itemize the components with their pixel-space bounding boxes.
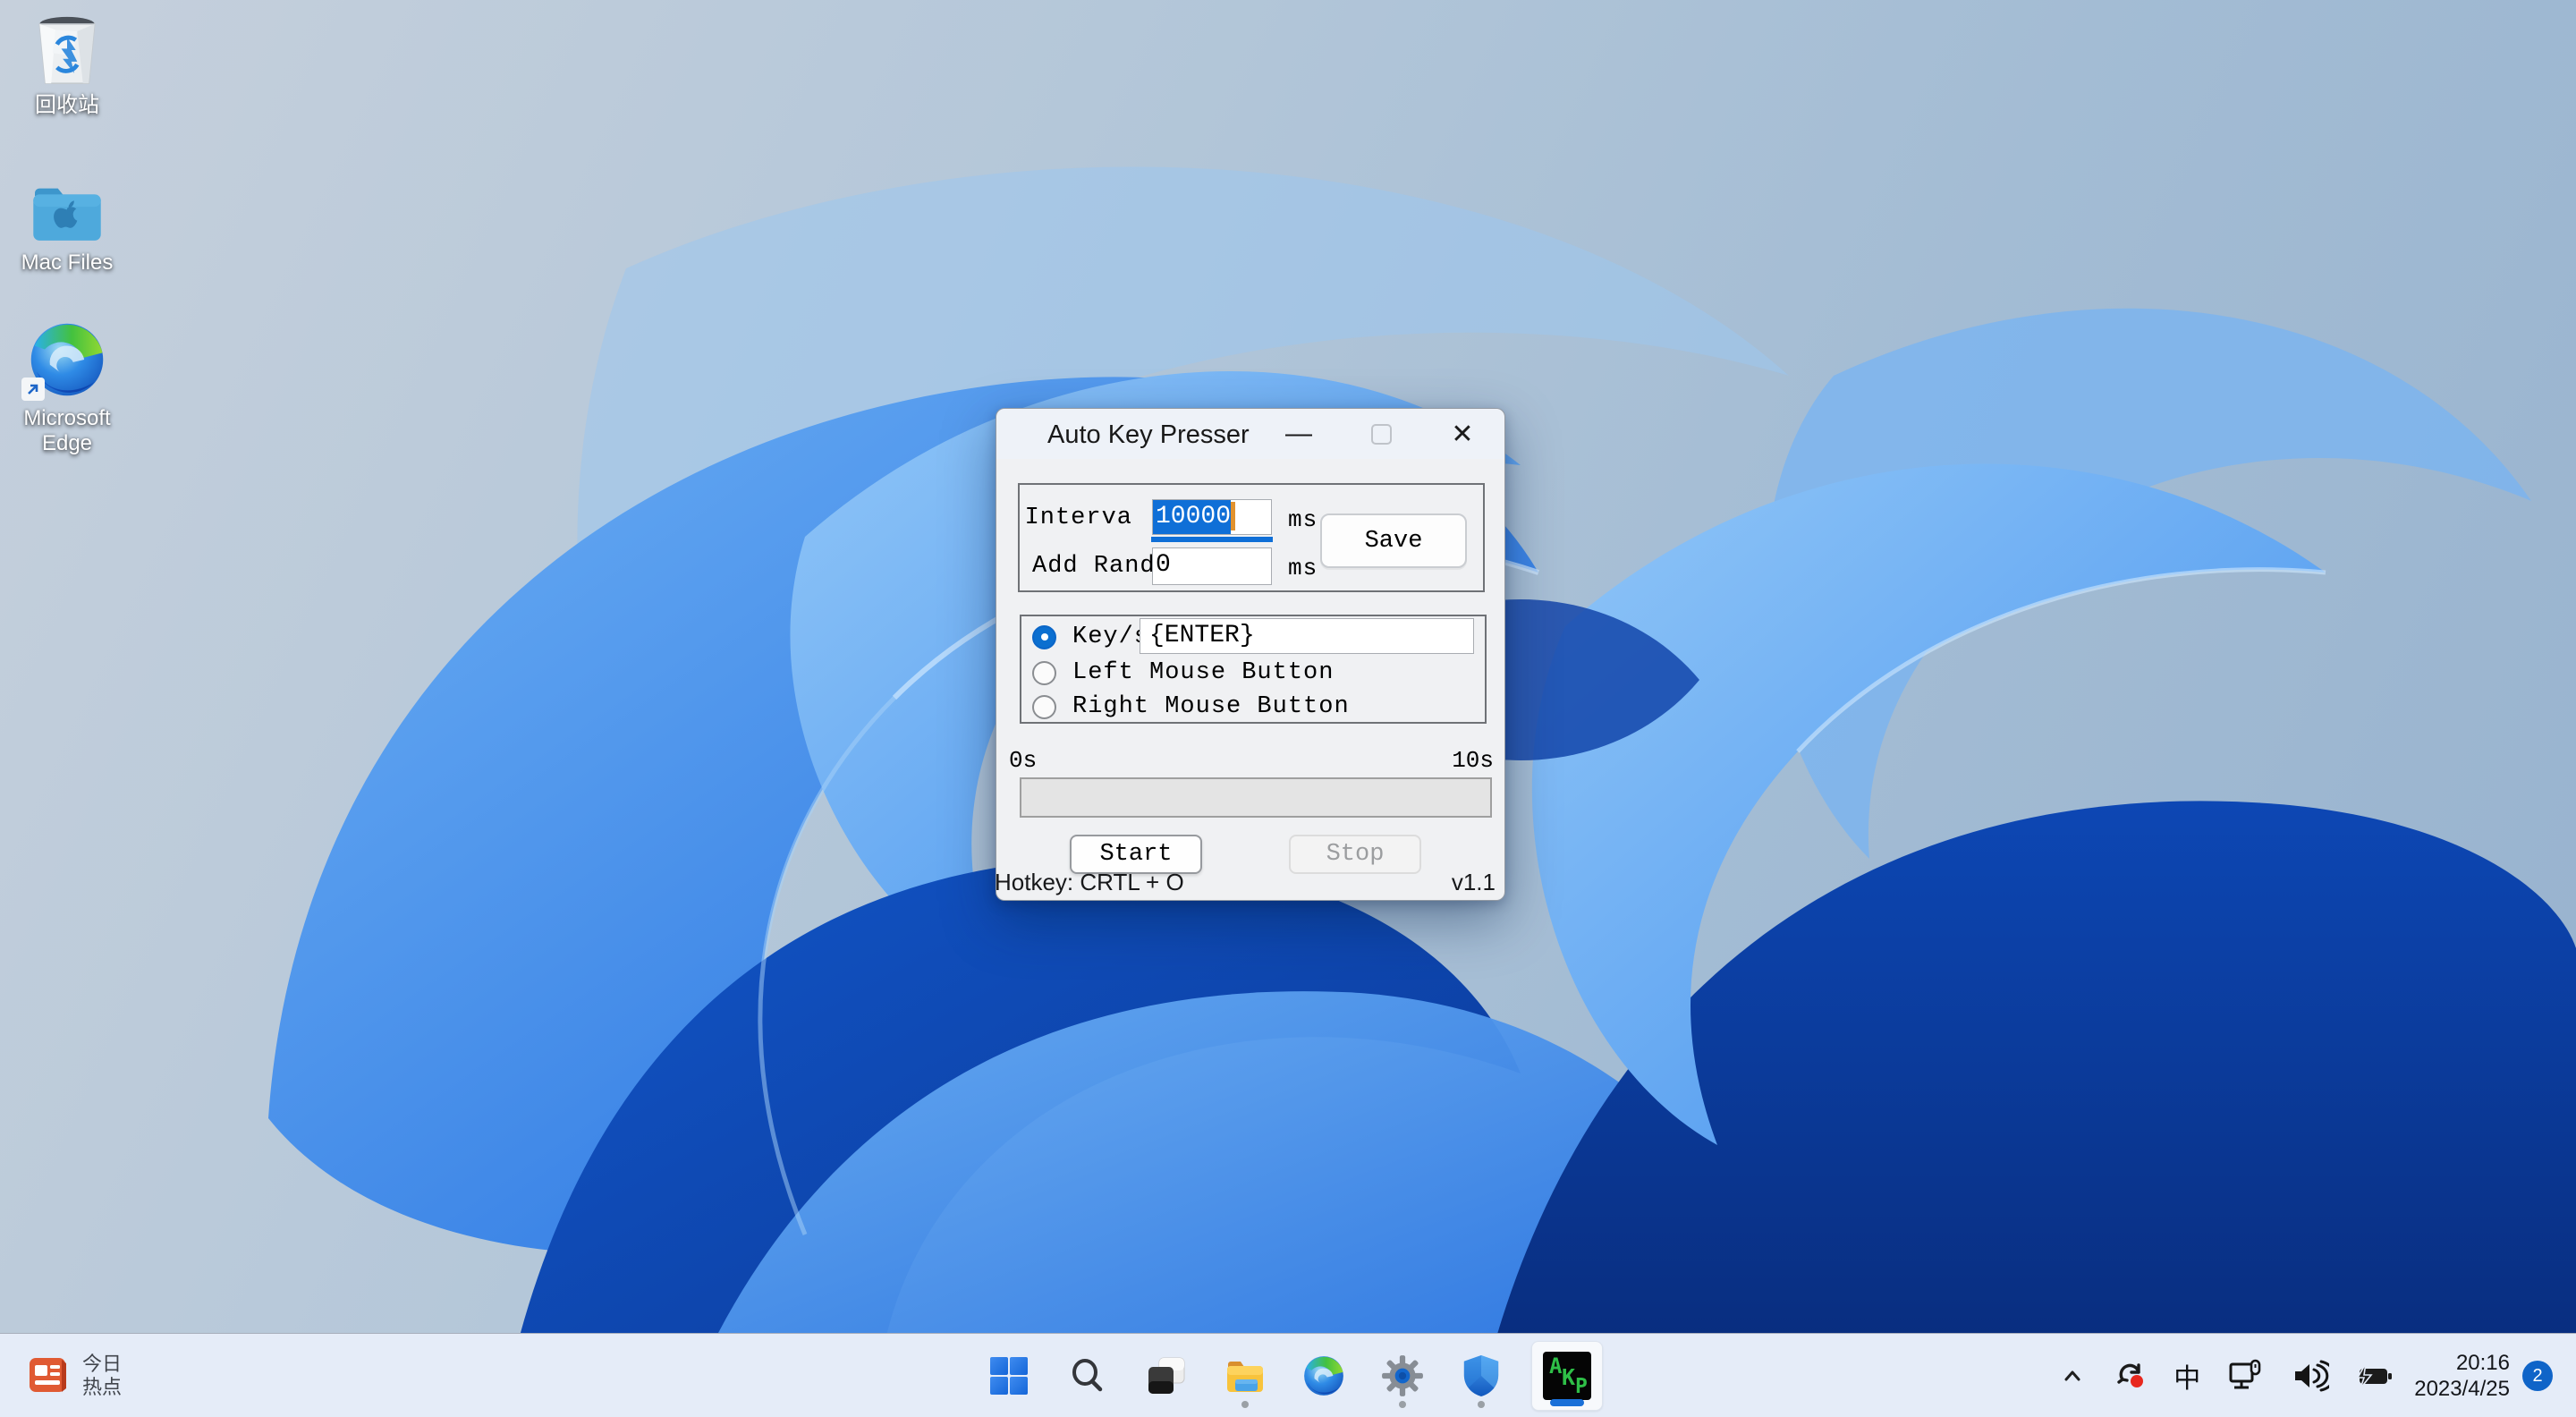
add-random-value: 0 (1153, 548, 1171, 582)
version-text: v1.1 (1452, 869, 1496, 896)
edge-icon (0, 315, 134, 401)
radio-keys-label: Key/s (1072, 624, 1149, 650)
ethernet-monitor-icon (2225, 1357, 2265, 1395)
volume-button[interactable] (2284, 1347, 2335, 1404)
desktop-icon-label: Mac Files (0, 250, 134, 276)
radio-keys[interactable] (1032, 625, 1056, 649)
maximize-icon (1371, 424, 1392, 445)
start-menu-button[interactable] (980, 1341, 1038, 1411)
gear-icon (1380, 1353, 1425, 1398)
battery-charging-icon (2354, 1358, 2395, 1394)
speaker-icon (2290, 1358, 2329, 1394)
window-statusbar: Hotkey: CRTL + O v1.1 (995, 869, 1496, 896)
ime-indicator[interactable]: 中 (2167, 1347, 2207, 1404)
auto-key-presser-window: Auto Key Presser — ✕ Interva 10000 ms Sa… (996, 408, 1505, 901)
clock-time: 20:16 (2414, 1350, 2510, 1376)
save-button[interactable]: Save (1320, 513, 1467, 568)
notification-badge[interactable]: 2 (2522, 1361, 2553, 1391)
progress-bar (1020, 777, 1492, 818)
desktop: 回收站 Mac Files (0, 0, 2576, 1417)
add-random-input[interactable]: 0 (1152, 547, 1272, 585)
scale-start-label: 0s (1009, 747, 1037, 774)
akp-app-icon: A K P (1543, 1352, 1591, 1400)
mode-groupbox: Key/s {ENTER} Left Mouse Button Right Mo… (1020, 615, 1487, 724)
interval-unit: ms (1288, 506, 1318, 533)
desktop-icon-label: 回收站 (0, 93, 134, 118)
mode-row-keys: Key/s (1032, 622, 1149, 652)
task-view-icon (1145, 1354, 1188, 1397)
radio-right-mouse[interactable] (1032, 695, 1056, 719)
desktop-icon-microsoft-edge[interactable]: Microsoft Edge (0, 315, 134, 456)
edge-button[interactable] (1295, 1341, 1352, 1411)
sync-status-button[interactable] (2106, 1347, 2155, 1404)
show-hidden-icons-button[interactable] (2051, 1347, 2094, 1404)
system-tray: 中 (2051, 1334, 2553, 1417)
close-button[interactable]: ✕ (1437, 409, 1487, 459)
chevron-up-icon (2057, 1361, 2088, 1391)
mode-row-right-mouse: Right Mouse Button (1032, 692, 1350, 722)
add-random-unit: ms (1288, 555, 1318, 581)
maximize-button (1356, 409, 1406, 459)
scale-end-label: 10s (1452, 747, 1494, 774)
file-explorer-icon (1223, 1356, 1267, 1396)
window-title: Auto Key Presser (1047, 420, 1250, 450)
mac-folder-icon (0, 166, 134, 245)
desktop-icon-recycle-bin[interactable]: 回收站 (0, 9, 134, 118)
mode-row-left-mouse: Left Mouse Button (1032, 658, 1334, 688)
interval-value-selected: 10000 (1153, 500, 1231, 534)
shield-icon (1461, 1353, 1502, 1398)
shortcut-arrow-icon (21, 378, 45, 401)
radio-right-mouse-label: Right Mouse Button (1072, 693, 1350, 720)
window-titlebar[interactable]: Auto Key Presser — ✕ (996, 409, 1504, 459)
interval-label: Interva (1025, 505, 1132, 531)
widgets-button[interactable]: 今日 热点 (20, 1334, 131, 1417)
clock-date: 2023/4/25 (2414, 1376, 2510, 1402)
task-view-button[interactable] (1138, 1341, 1195, 1411)
edge-icon (1301, 1353, 1346, 1398)
key-input[interactable]: {ENTER} (1140, 618, 1474, 654)
taskbar: 今日 热点 (0, 1333, 2576, 1417)
radio-left-mouse[interactable] (1032, 661, 1056, 685)
file-explorer-button[interactable] (1216, 1341, 1274, 1411)
widgets-label: 今日 热点 (82, 1353, 122, 1399)
desktop-icon-mac-files[interactable]: Mac Files (0, 166, 134, 276)
hotkey-text: Hotkey: CRTL + O (995, 869, 1184, 896)
minimize-button[interactable]: — (1274, 409, 1324, 459)
desktop-icon-label: Microsoft Edge (0, 406, 134, 456)
settings-button[interactable] (1374, 1341, 1431, 1411)
auto-key-presser-taskbar-button[interactable]: A K P (1531, 1341, 1603, 1411)
interval-input[interactable]: 10000 (1152, 499, 1272, 535)
radio-left-mouse-label: Left Mouse Button (1072, 659, 1334, 686)
windows-security-button[interactable] (1453, 1341, 1510, 1411)
search-icon (1067, 1355, 1108, 1396)
add-random-label: Add Rand (1032, 553, 1156, 580)
windows-logo-icon (987, 1354, 1030, 1397)
taskbar-center: A K P (980, 1334, 1603, 1417)
network-button[interactable] (2219, 1347, 2271, 1404)
search-button[interactable] (1059, 1341, 1116, 1411)
sync-arrows-icon (2113, 1358, 2148, 1394)
key-value: {ENTER} (1140, 619, 1255, 653)
text-caret (1231, 502, 1235, 530)
recycle-bin-icon (0, 9, 134, 88)
clock[interactable]: 20:16 2023/4/25 (2414, 1350, 2510, 1402)
interval-groupbox: Interva 10000 ms Save Add Rand 0 ms (1018, 483, 1485, 592)
battery-button[interactable] (2348, 1347, 2402, 1404)
widgets-news-icon (29, 1357, 70, 1395)
